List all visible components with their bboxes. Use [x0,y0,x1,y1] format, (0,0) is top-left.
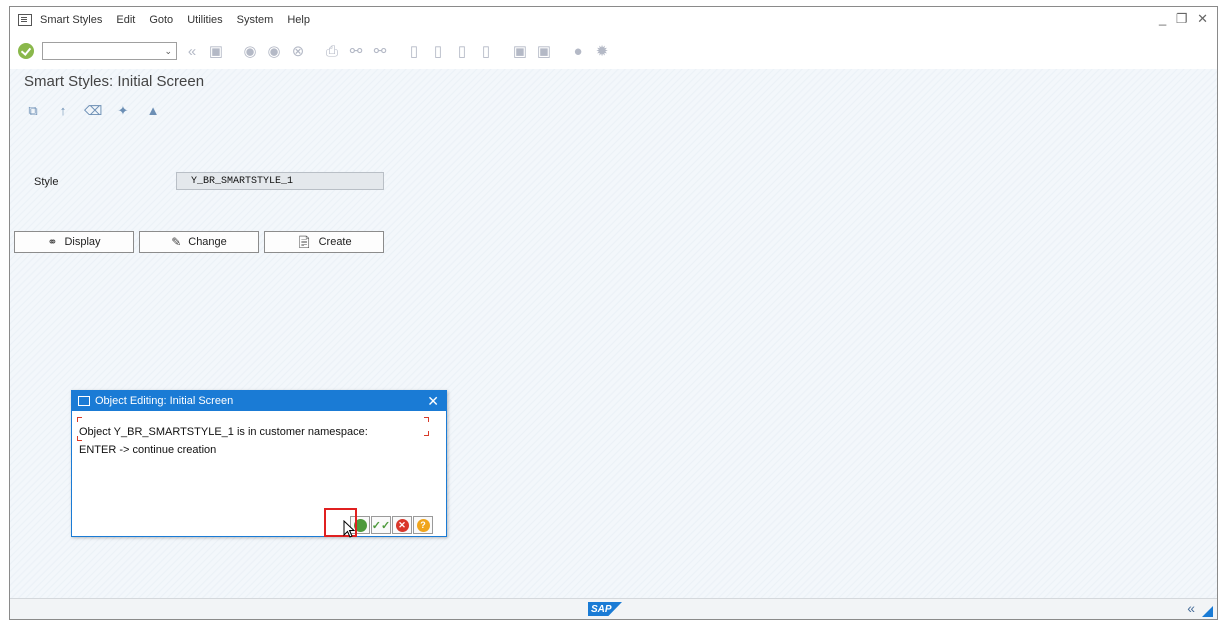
mouse-pointer-icon [343,520,356,538]
cancel-button[interactable]: ✕ [392,516,412,534]
page-title: Smart Styles: Initial Screen [24,73,205,90]
transport-icon[interactable]: ▲ [144,103,162,119]
next-page-icon[interactable]: ▯ [453,42,471,60]
text-marker [77,417,82,422]
sap-window: Smart Styles Edit Goto Utilities System … [9,6,1218,620]
check-icon: ✓✓ [371,519,391,532]
display-button[interactable]: ⚭ Display [14,231,134,253]
delete-icon[interactable]: ⌫ [84,103,102,119]
help-icon: ? [416,518,430,532]
create-button-label: Create [318,236,352,248]
menu-system[interactable]: System [237,14,274,26]
prev-page-icon[interactable]: ▯ [429,42,447,60]
create-button[interactable]: 📄︎ Create [264,231,384,253]
menu-utilities[interactable]: Utilities [187,14,222,26]
shortcut-icon[interactable]: ▣ [535,42,553,60]
green-back-icon[interactable]: ◉ [241,42,259,60]
pencil-icon: ✎ [171,235,182,249]
menu-smart-styles[interactable]: Smart Styles [40,14,102,26]
dialog-hint: ENTER -> continue creation [79,444,217,456]
glasses-icon: ⚭ [47,235,58,249]
status-bar: SAP « [10,598,1217,619]
text-marker [424,417,429,422]
text-marker [424,431,429,436]
exit-icon[interactable]: ◉ [265,42,283,60]
style-input[interactable]: Y_BR_SMARTSTYLE_1 [176,172,384,190]
command-field[interactable]: ⌄ [42,42,177,60]
close-icon[interactable]: ✕ [427,393,439,410]
help-button[interactable]: ? [413,516,433,534]
settings-icon[interactable]: ✹ [593,42,611,60]
menu-goto[interactable]: Goto [149,14,173,26]
style-label: Style [34,176,59,188]
save-icon[interactable]: ▣ [207,42,225,60]
back-icon[interactable]: « [183,42,201,60]
dialog-message: Object Y_BR_SMARTSTYLE_1 is in customer … [79,426,368,438]
rename-icon[interactable]: ↑ [54,103,72,119]
find-icon[interactable]: ⚯ [347,42,365,60]
help-icon[interactable]: ● [569,42,587,60]
cancel-icon: ✕ [395,518,409,532]
window-controls[interactable]: _ ❐ ✕ [1159,11,1211,27]
change-button[interactable]: ✎ Change [139,231,259,253]
menu-edit[interactable]: Edit [116,14,135,26]
magic-wand-icon[interactable]: ✦ [114,103,132,119]
copy-icon[interactable]: ⧉ [24,103,42,119]
document-icon: 📄︎ [296,235,312,249]
dialog-app-icon [78,396,90,406]
object-editing-dialog: Object Editing: Initial Screen ✕ Object … [71,390,447,537]
menu-help[interactable]: Help [287,14,310,26]
cancel-icon[interactable]: ⊗ [289,42,307,60]
app-menu-icon[interactable] [18,14,32,26]
find-next-icon[interactable]: ⚯ [371,42,389,60]
check-button[interactable]: ✓✓ [371,516,391,534]
collapse-icon[interactable]: « [1187,600,1195,616]
last-page-icon[interactable]: ▯ [477,42,495,60]
status-corner-icon [1202,606,1213,617]
enter-icon[interactable] [18,43,34,59]
dialog-title: Object Editing: Initial Screen [95,395,234,407]
new-session-icon[interactable]: ▣ [511,42,529,60]
first-page-icon[interactable]: ▯ [405,42,423,60]
change-button-label: Change [188,236,227,248]
print-icon[interactable]: ⎙ [323,42,341,60]
dialog-titlebar: Object Editing: Initial Screen ✕ [72,391,446,411]
sap-logo: SAP [588,602,622,616]
application-toolbar: ⧉ ↑ ⌫ ✦ ▲ [24,103,162,119]
menu-bar: Smart Styles Edit Goto Utilities System … [10,7,1217,34]
chevron-down-icon[interactable]: ⌄ [164,46,172,57]
display-button-label: Display [64,236,101,248]
system-toolbar: ⌄ « ▣ ◉ ◉ ⊗ ⎙ ⚯ ⚯ ▯ ▯ ▯ ▯ ▣ ▣ ● ✹ [10,33,1217,69]
